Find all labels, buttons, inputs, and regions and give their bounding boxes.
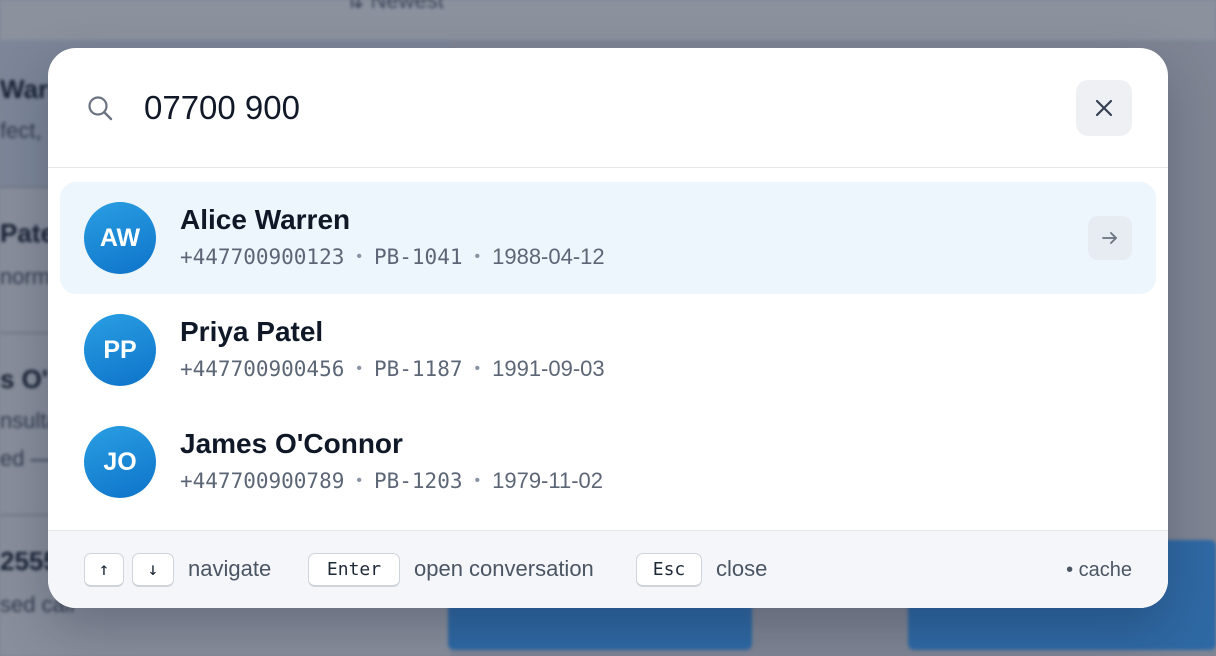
- result-meta: +447700900123 • PB-1041 • 1988-04-12: [180, 244, 605, 270]
- avatar: AW: [84, 202, 156, 274]
- enter-hint: open conversation: [414, 556, 594, 581]
- search-results-list: AW Alice Warren +447700900123 • PB-1041 …: [60, 182, 1156, 518]
- meta-separator: •: [356, 360, 362, 377]
- result-patient-id: PB-1203: [373, 469, 463, 493]
- keyboard-hints-footer: ↑ ↓ navigate Enter open conversation Esc…: [48, 530, 1168, 608]
- result-name: Alice Warren: [180, 204, 351, 235]
- result-phone: +447700900789: [180, 469, 345, 493]
- search-result-row[interactable]: JO James O'Connor +447700900789 • PB-120…: [60, 406, 1156, 518]
- kbd-enter: Enter: [308, 553, 400, 587]
- kbd-up: ↑: [84, 553, 124, 587]
- result-patient-id: PB-1041: [373, 245, 463, 269]
- kbd-down: ↓: [132, 553, 174, 587]
- result-dob: 1979-11-02: [492, 468, 604, 493]
- result-name: James O'Connor: [180, 428, 403, 459]
- meta-separator: •: [474, 472, 481, 489]
- esc-hint: close: [716, 556, 768, 581]
- result-meta: +447700900456 • PB-1187 • 1991-09-03: [180, 356, 605, 382]
- meta-separator: •: [356, 248, 362, 265]
- result-name: Priya Patel: [180, 316, 324, 347]
- search-icon: [88, 96, 113, 121]
- result-patient-id: PB-1187: [373, 357, 463, 381]
- source-label: • cache: [1066, 559, 1132, 581]
- result-meta: +447700900789 • PB-1203 • 1979-11-02: [180, 468, 603, 494]
- patient-search-dialog: AW Alice Warren +447700900123 • PB-1041 …: [48, 48, 1168, 608]
- result-phone: +447700900123: [180, 245, 345, 269]
- close-icon: [1095, 99, 1113, 117]
- arrow-right-icon: [1102, 232, 1117, 244]
- result-dob: 1991-09-03: [492, 356, 605, 381]
- open-result-button[interactable]: [1088, 216, 1132, 260]
- avatar: PP: [84, 314, 156, 386]
- search-result-row[interactable]: AW Alice Warren +447700900123 • PB-1041 …: [60, 182, 1156, 294]
- search-bar: [48, 48, 1168, 168]
- kbd-esc: Esc: [636, 553, 702, 587]
- meta-separator: •: [356, 472, 362, 489]
- result-phone: +447700900456: [180, 357, 345, 381]
- meta-separator: •: [474, 248, 481, 265]
- search-result-row[interactable]: PP Priya Patel +447700900456 • PB-1187 •…: [60, 294, 1156, 406]
- search-input[interactable]: [144, 84, 1044, 132]
- meta-separator: •: [474, 360, 481, 377]
- clear-search-button[interactable]: [1076, 80, 1132, 136]
- navigate-hint: navigate: [188, 556, 272, 581]
- avatar: JO: [84, 426, 156, 498]
- result-dob: 1988-04-12: [492, 244, 605, 269]
